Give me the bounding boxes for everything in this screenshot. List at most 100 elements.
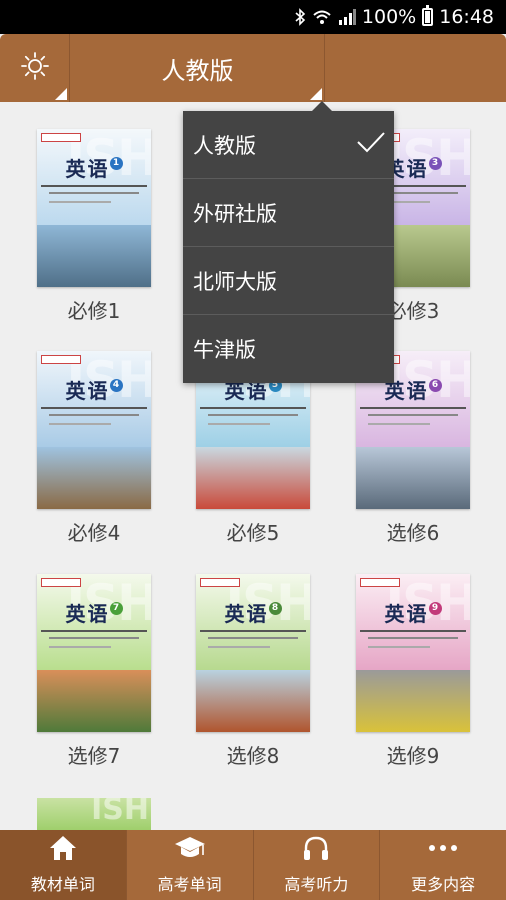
book-item[interactable]: ISH 英语 1 必修1 bbox=[14, 129, 174, 324]
signal-icon bbox=[338, 9, 356, 25]
cover-volume-badge: 9 bbox=[428, 602, 442, 615]
checkmark-icon bbox=[356, 130, 386, 159]
cover-image bbox=[356, 447, 470, 509]
cover-image bbox=[196, 447, 310, 509]
cover-title: 英语 8 bbox=[196, 598, 310, 627]
dropdown-item-renjiao[interactable]: 人教版 bbox=[183, 111, 394, 179]
book-item[interactable]: ISH 英语 8 选修8 bbox=[173, 574, 333, 769]
cover-volume-badge: 6 bbox=[428, 379, 442, 392]
cover-image bbox=[196, 670, 310, 732]
tab-label: 高考听力 bbox=[284, 875, 349, 894]
edition-title: 人教版 bbox=[161, 56, 234, 85]
cover-subtitle-line bbox=[49, 192, 139, 194]
cover-subtitle-line bbox=[360, 407, 466, 409]
book-cover-partial[interactable]: ISH bbox=[37, 798, 151, 830]
dropdown-item-label: 牛津版 bbox=[193, 338, 256, 362]
cover-title: 英语 1 bbox=[37, 153, 151, 182]
book-item[interactable]: ISH 英语 9 选修9 bbox=[333, 574, 493, 769]
cover-volume-badge: 1 bbox=[109, 157, 123, 170]
tab-gaokao-words[interactable]: 高考单词 bbox=[127, 830, 254, 900]
cover-image bbox=[356, 670, 470, 732]
cover-subtitle-line bbox=[41, 407, 147, 409]
cover-watermark: ISH bbox=[91, 798, 149, 827]
wifi-icon bbox=[312, 9, 332, 25]
book-label: 选修6 bbox=[386, 521, 440, 545]
cover-volume-badge: 8 bbox=[268, 602, 282, 615]
cover-image bbox=[37, 225, 151, 287]
clock: 16:48 bbox=[439, 6, 494, 28]
cover-subtitle-line bbox=[41, 630, 147, 632]
app-header: 人教版 bbox=[0, 34, 506, 102]
tab-more-content[interactable]: 更多内容 bbox=[380, 830, 506, 900]
cover-volume-badge: 3 bbox=[428, 157, 442, 170]
book-item[interactable]: ISH 英语 7 选修7 bbox=[14, 574, 174, 769]
cover-tag bbox=[200, 578, 240, 587]
cover-tag bbox=[41, 578, 81, 587]
cover-subtitle-line bbox=[208, 414, 298, 416]
book-item[interactable]: ISH 英语 4 必修4 bbox=[14, 351, 174, 546]
dropdown-item-beishida[interactable]: 北师大版 bbox=[183, 247, 394, 315]
headphones-icon bbox=[302, 835, 330, 865]
book-cover[interactable]: ISH 英语 1 bbox=[37, 129, 151, 287]
dropdown-item-niujin[interactable]: 牛津版 bbox=[183, 315, 394, 383]
tab-label: 高考单词 bbox=[157, 875, 222, 894]
edition-selector[interactable]: 人教版 bbox=[71, 34, 325, 102]
book-cover[interactable]: ISH 英语 9 bbox=[356, 574, 470, 732]
status-bar: 100% 16:48 bbox=[0, 0, 506, 34]
cover-image bbox=[37, 670, 151, 732]
cover-volume-badge: 7 bbox=[109, 602, 123, 615]
tab-label: 更多内容 bbox=[411, 875, 476, 894]
battery-percent: 100% bbox=[361, 6, 417, 28]
cover-tag bbox=[41, 133, 81, 142]
cover-subtitle-line bbox=[208, 423, 270, 425]
dropdown-item-label: 人教版 bbox=[193, 133, 256, 158]
cover-subtitle-line bbox=[368, 423, 430, 425]
book-cover[interactable]: ISH 英语 7 bbox=[37, 574, 151, 732]
cover-subtitle-line bbox=[360, 630, 466, 632]
cover-subtitle-line bbox=[200, 630, 306, 632]
tab-gaokao-listening[interactable]: 高考听力 bbox=[254, 830, 381, 900]
cover-tag bbox=[360, 578, 400, 587]
cover-subtitle-line bbox=[368, 637, 458, 639]
book-label: 选修8 bbox=[226, 744, 280, 768]
book-label: 选修7 bbox=[67, 744, 121, 768]
brightness-icon bbox=[20, 52, 49, 84]
cover-image bbox=[37, 447, 151, 509]
cover-subtitle-line bbox=[368, 646, 430, 648]
edition-dropdown: 人教版 外研社版 北师大版 牛津版 bbox=[183, 101, 394, 383]
tab-textbook-words[interactable]: 教材单词 bbox=[0, 830, 127, 900]
book-cover[interactable]: ISH 英语 8 bbox=[196, 574, 310, 732]
more-icon bbox=[427, 835, 459, 865]
cover-subtitle-line bbox=[49, 646, 111, 648]
cover-title: 英语 4 bbox=[37, 375, 151, 404]
battery-icon bbox=[422, 5, 434, 26]
bottom-nav: 教材单词 高考单词 高考听力 更多内容 bbox=[0, 830, 506, 900]
book-label: 必修1 bbox=[67, 299, 121, 323]
tab-label: 教材单词 bbox=[30, 875, 95, 894]
cover-subtitle-line bbox=[208, 646, 270, 648]
brightness-button[interactable] bbox=[0, 34, 70, 102]
cover-tag bbox=[41, 355, 81, 364]
cover-volume-badge: 4 bbox=[109, 379, 123, 392]
graduation-cap-icon bbox=[174, 835, 206, 865]
dropdown-corner-icon bbox=[310, 88, 322, 100]
dropdown-corner-icon bbox=[55, 88, 67, 100]
book-label: 选修9 bbox=[386, 744, 440, 768]
home-icon bbox=[49, 835, 77, 865]
cover-title: 英语 9 bbox=[356, 598, 470, 627]
cover-subtitle-line bbox=[49, 414, 139, 416]
cover-subtitle-line bbox=[49, 637, 139, 639]
book-label: 必修4 bbox=[67, 521, 121, 545]
cover-subtitle-line bbox=[49, 423, 111, 425]
book-cover[interactable]: ISH 英语 4 bbox=[37, 351, 151, 509]
dropdown-item-waiyanshe[interactable]: 外研社版 bbox=[183, 179, 394, 247]
cover-subtitle-line bbox=[41, 185, 147, 187]
cover-title: 英语 7 bbox=[37, 598, 151, 627]
bluetooth-icon bbox=[294, 8, 306, 26]
cover-subtitle-line bbox=[200, 407, 306, 409]
cover-subtitle-line bbox=[368, 414, 458, 416]
cover-subtitle-line bbox=[208, 637, 298, 639]
book-label: 必修5 bbox=[226, 521, 280, 545]
dropdown-item-label: 外研社版 bbox=[193, 201, 277, 226]
cover-subtitle-line bbox=[49, 201, 111, 203]
